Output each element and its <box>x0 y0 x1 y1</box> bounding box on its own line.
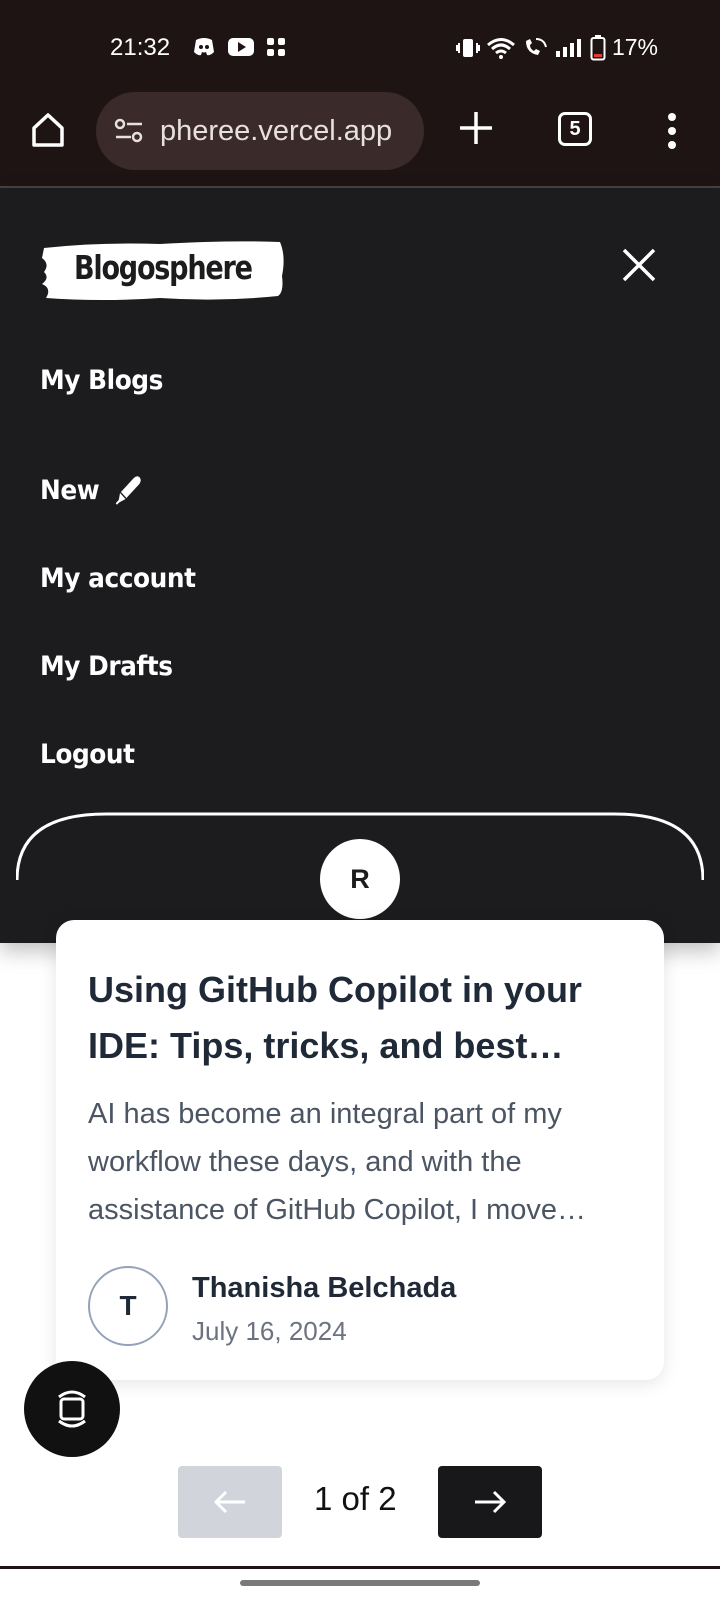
status-right-icons: 17% <box>455 34 658 61</box>
author-name: Thanisha Belchada <box>192 1272 457 1304</box>
nav-item-logout[interactable]: Logout <box>40 710 195 798</box>
blog-card[interactable]: Using GitHub Copilot in your IDE: Tips, … <box>56 920 664 1380</box>
url-text: pheree.vercel.app <box>160 114 393 147</box>
battery-percent: 17% <box>611 34 658 60</box>
tab-switcher-button[interactable]: 5 <box>558 112 592 146</box>
new-tab-icon[interactable] <box>456 108 496 148</box>
blog-excerpt: AI has become an integral part of my wor… <box>88 1098 587 1226</box>
nav-item-my-account[interactable]: My account <box>40 534 196 622</box>
signal-icon <box>555 38 581 57</box>
nav-item-my-blogs[interactable]: My Blogs <box>40 358 195 402</box>
status-bar: 21:32 17% <box>0 0 720 92</box>
site-logo[interactable]: Blogosphere <box>40 236 288 302</box>
close-icon[interactable] <box>620 246 658 284</box>
site-settings-icon[interactable] <box>114 118 144 144</box>
nav-menu: My Blogs New My account My Drafts Logout <box>40 365 209 798</box>
nav-item-label: New <box>40 474 100 506</box>
logo-text: Blogosphere <box>74 248 253 287</box>
wifi-icon <box>486 37 515 59</box>
nav-item-label: My Drafts <box>40 650 173 682</box>
gesture-handle[interactable] <box>240 1580 480 1586</box>
status-time: 21:32 <box>110 34 171 61</box>
nav-drawer: Blogosphere My Blogs New My account My D… <box>0 188 720 943</box>
pen-icon <box>114 474 143 506</box>
arrow-right-icon <box>475 1490 507 1514</box>
vibrate-icon <box>455 38 480 57</box>
post-date: July 16, 2024 <box>192 1316 347 1346</box>
nav-item-label: My account <box>40 562 196 594</box>
battery-icon <box>590 34 606 60</box>
blog-title[interactable]: Using GitHub Copilot in your IDE: Tips, … <box>88 962 628 1074</box>
user-avatar[interactable]: R <box>320 839 400 919</box>
more-options-icon[interactable] <box>662 112 682 152</box>
rotate-icon <box>58 1390 86 1428</box>
browser-toolbar: pheree.vercel.app 5 <box>0 92 720 188</box>
previous-page-button[interactable] <box>178 1466 282 1538</box>
author-avatar: T <box>88 1266 168 1346</box>
app-grid-icon <box>267 38 285 56</box>
next-page-button[interactable] <box>438 1466 542 1538</box>
wifi-calling-icon <box>525 37 547 55</box>
nav-item-my-drafts[interactable]: My Drafts <box>40 622 195 710</box>
notification-icons <box>192 36 286 58</box>
arrow-left-icon <box>213 1490 245 1514</box>
discord-icon <box>194 38 214 56</box>
nav-item-label: Logout <box>40 738 135 770</box>
home-icon[interactable] <box>28 110 68 150</box>
nav-item-new[interactable]: New <box>40 446 195 534</box>
page-indicator: 1 of 2 <box>314 1480 397 1517</box>
nav-item-label: My Blogs <box>40 364 163 396</box>
rotate-screen-button[interactable] <box>24 1361 120 1457</box>
youtube-icon <box>228 38 254 56</box>
address-bar[interactable]: pheree.vercel.app <box>96 92 424 170</box>
